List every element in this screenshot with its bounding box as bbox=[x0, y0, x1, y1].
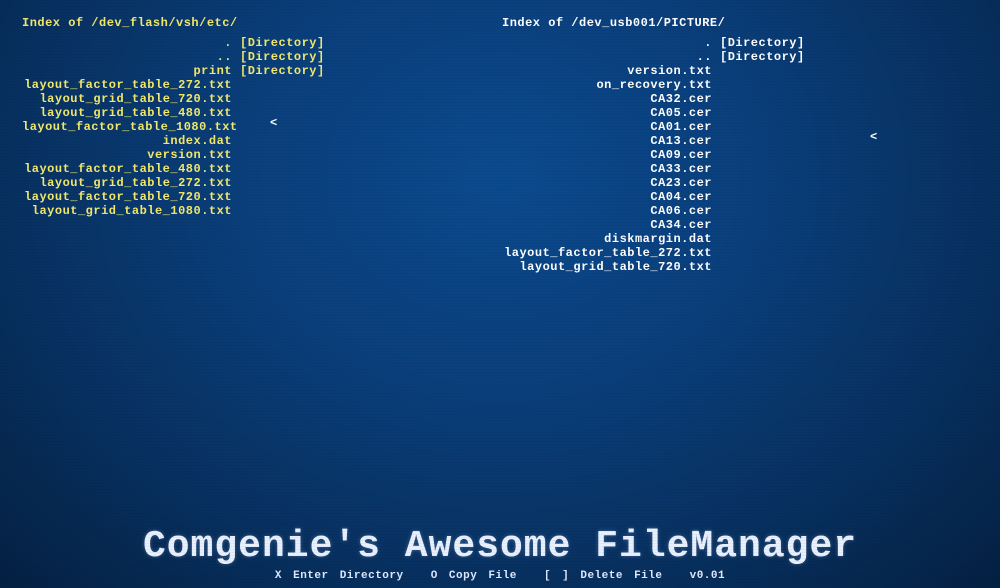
list-item[interactable]: CA09.cer bbox=[502, 148, 712, 162]
list-item[interactable]: CA33.cer bbox=[502, 162, 712, 176]
list-item[interactable]: . bbox=[22, 36, 232, 50]
list-item[interactable]: on_recovery.txt bbox=[502, 78, 712, 92]
footer: Comgenie's Awesome FileManager X Enter D… bbox=[0, 525, 1000, 582]
list-item[interactable]: CA06.cer bbox=[502, 204, 712, 218]
left-pane: Index of /dev_flash/vsh/etc/ ...printlay… bbox=[22, 16, 502, 274]
list-item[interactable]: .. bbox=[22, 50, 232, 64]
list-item-type bbox=[240, 148, 325, 162]
list-item-type bbox=[240, 134, 325, 148]
app-title: Comgenie's Awesome FileManager bbox=[0, 525, 1000, 568]
list-item[interactable]: CA32.cer bbox=[502, 92, 712, 106]
right-listing[interactable]: ...version.txton_recovery.txtCA32.cerCA0… bbox=[502, 36, 982, 274]
hint-delete: [ ] Delete File bbox=[544, 570, 663, 582]
version-label: v0.01 bbox=[690, 570, 726, 582]
list-item-type bbox=[720, 204, 805, 218]
list-item[interactable]: CA13.cer bbox=[502, 134, 712, 148]
list-item[interactable]: CA23.cer bbox=[502, 176, 712, 190]
list-item-type bbox=[240, 78, 325, 92]
list-item[interactable]: layout_factor_table_720.txt bbox=[22, 190, 232, 204]
list-item-type: [Directory] bbox=[240, 36, 325, 50]
list-item-type bbox=[720, 148, 805, 162]
hint-copy: O Copy File bbox=[431, 570, 517, 582]
list-item[interactable]: index.dat bbox=[22, 134, 232, 148]
list-item-type: [Directory] bbox=[240, 64, 325, 78]
list-item[interactable]: layout_grid_table_720.txt bbox=[22, 92, 232, 106]
list-item-type bbox=[720, 106, 805, 120]
list-item-type bbox=[720, 120, 805, 134]
hint-enter: X Enter Directory bbox=[275, 570, 404, 582]
list-item-type bbox=[720, 78, 805, 92]
list-item[interactable]: . bbox=[502, 36, 712, 50]
list-item[interactable]: layout_factor_table_272.txt bbox=[502, 246, 712, 260]
list-item[interactable]: CA01.cer bbox=[502, 120, 712, 134]
list-item-type bbox=[240, 176, 325, 190]
right-cursor-icon: < bbox=[870, 130, 878, 144]
list-item-type bbox=[720, 218, 805, 232]
list-item[interactable]: layout_grid_table_272.txt bbox=[22, 176, 232, 190]
list-item-type: [Directory] bbox=[720, 36, 805, 50]
list-item-type bbox=[720, 246, 805, 260]
list-item[interactable]: layout_factor_table_480.txt bbox=[22, 162, 232, 176]
list-item-type bbox=[240, 106, 325, 120]
list-item-type bbox=[720, 260, 805, 274]
hint-bar: X Enter Directory O Copy File [ ] Delete… bbox=[0, 570, 1000, 582]
right-pane: Index of /dev_usb001/PICTURE/ ...version… bbox=[502, 16, 982, 274]
list-item[interactable]: CA05.cer bbox=[502, 106, 712, 120]
list-item-type: [Directory] bbox=[240, 50, 325, 64]
list-item-type bbox=[720, 232, 805, 246]
list-item-type bbox=[240, 190, 325, 204]
list-item[interactable]: layout_grid_table_720.txt bbox=[502, 260, 712, 274]
list-item-type bbox=[720, 190, 805, 204]
list-item-type: [Directory] bbox=[720, 50, 805, 64]
list-item-type bbox=[240, 92, 325, 106]
list-item-type bbox=[240, 162, 325, 176]
list-item[interactable]: layout_grid_table_480.txt bbox=[22, 106, 232, 120]
list-item-type bbox=[240, 204, 325, 218]
list-item[interactable]: layout_factor_table_272.txt bbox=[22, 78, 232, 92]
list-item-type bbox=[720, 176, 805, 190]
left-listing[interactable]: ...printlayout_factor_table_272.txtlayou… bbox=[22, 36, 502, 218]
list-item-type bbox=[240, 120, 325, 134]
list-item[interactable]: CA34.cer bbox=[502, 218, 712, 232]
list-item[interactable]: version.txt bbox=[22, 148, 232, 162]
left-cursor-icon: < bbox=[270, 116, 278, 130]
right-path: Index of /dev_usb001/PICTURE/ bbox=[502, 16, 982, 30]
list-item[interactable]: .. bbox=[502, 50, 712, 64]
list-item[interactable]: layout_factor_table_1080.txt bbox=[22, 120, 232, 134]
list-item[interactable]: CA04.cer bbox=[502, 190, 712, 204]
list-item-type bbox=[720, 92, 805, 106]
list-item-type bbox=[720, 64, 805, 78]
list-item-type bbox=[720, 162, 805, 176]
list-item[interactable]: print bbox=[22, 64, 232, 78]
list-item[interactable]: layout_grid_table_1080.txt bbox=[22, 204, 232, 218]
list-item-type bbox=[720, 134, 805, 148]
list-item[interactable]: diskmargin.dat bbox=[502, 232, 712, 246]
left-path: Index of /dev_flash/vsh/etc/ bbox=[22, 16, 502, 30]
list-item[interactable]: version.txt bbox=[502, 64, 712, 78]
